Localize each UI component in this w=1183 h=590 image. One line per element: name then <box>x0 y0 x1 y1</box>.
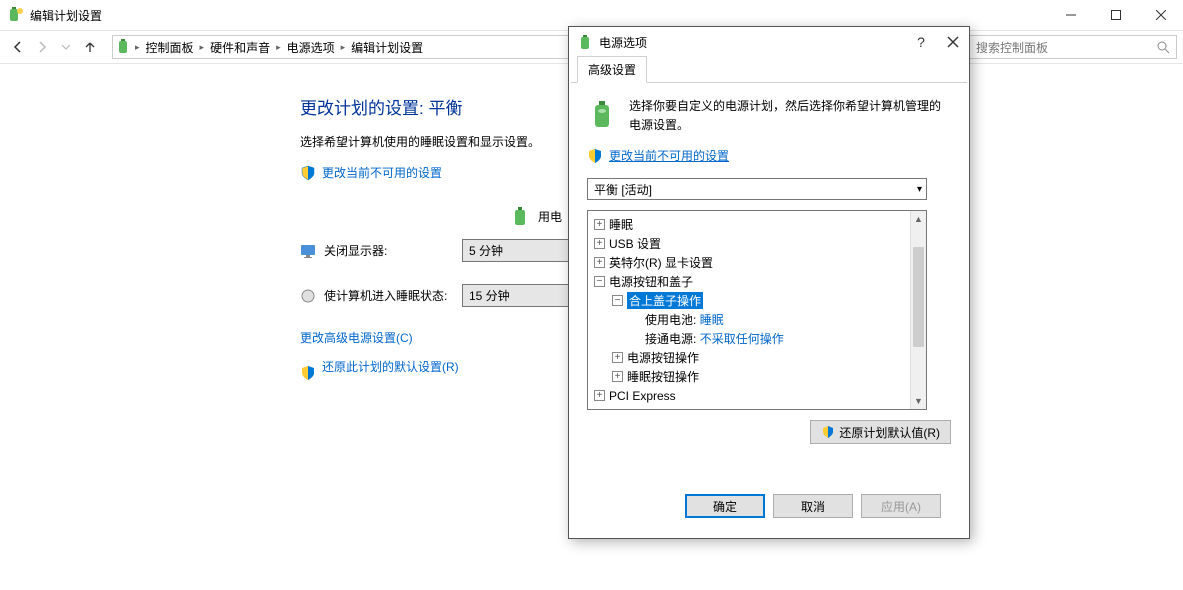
shield-icon <box>821 425 835 439</box>
tree-item-intel-graphics[interactable]: +英特尔(R) 显卡设置 <box>590 253 924 272</box>
restore-plan-defaults-link[interactable]: 还原此计划的默认设置(R) <box>322 358 459 375</box>
apply-button[interactable]: 应用(A) <box>861 494 941 518</box>
tree-item-pci-express[interactable]: +PCI Express <box>590 386 924 405</box>
search-placeholder: 搜索控制面板 <box>976 39 1048 56</box>
tree-item-on-battery[interactable]: 使用电池: 睡眠 <box>590 310 924 329</box>
power-icon <box>577 34 593 50</box>
window-close-button[interactable] <box>1138 0 1183 30</box>
change-unavailable-link[interactable]: 更改当前不可用的设置 <box>322 164 442 181</box>
scroll-down-button[interactable]: ▼ <box>911 393 926 409</box>
control-panel-icon <box>117 39 133 55</box>
moon-icon <box>300 288 316 304</box>
crumb-hardware-sound[interactable]: 硬件和声音 <box>206 39 274 56</box>
chevron-down-icon: ▾ <box>917 184 922 195</box>
shield-icon <box>587 148 603 164</box>
restore-plan-defaults-button[interactable]: 还原计划默认值(R) <box>810 420 951 444</box>
tree-item-plugged-in[interactable]: 接通电源: 不采取任何操作 <box>590 329 924 348</box>
ok-button[interactable]: 确定 <box>685 494 765 518</box>
app-icon <box>8 7 24 23</box>
tree-item-power-buttons-lid[interactable]: −电源按钮和盖子 <box>590 272 924 291</box>
dialog-help-button[interactable]: ? <box>909 34 933 50</box>
plan-selected-value: 平衡 [活动] <box>594 181 652 198</box>
tree-item-sleep-button-action[interactable]: +睡眠按钮操作 <box>590 367 924 386</box>
dialog-intro-text: 选择你要自定义的电源计划，然后选择你希望计算机管理的电源设置。 <box>629 97 951 135</box>
power-options-dialog: 电源选项 ? 高级设置 选择你要自定义的电源计划，然后选择你希望计算机管理的电源… <box>568 26 970 539</box>
col-battery-label: 用电 <box>538 208 562 225</box>
scroll-thumb[interactable] <box>913 247 924 347</box>
tree-item-power-button-action[interactable]: +电源按钮操作 <box>590 348 924 367</box>
tab-advanced-settings[interactable]: 高级设置 <box>577 56 647 83</box>
search-icon <box>1157 41 1170 54</box>
settings-tree[interactable]: +睡眠 +USB 设置 +英特尔(R) 显卡设置 −电源按钮和盖子 −合上盖子操… <box>587 210 927 410</box>
nav-up-button[interactable] <box>80 37 100 57</box>
tree-item-usb[interactable]: +USB 设置 <box>590 234 924 253</box>
nav-back-button[interactable] <box>8 37 28 57</box>
window-title: 编辑计划设置 <box>30 7 102 24</box>
tree-item-sleep[interactable]: +睡眠 <box>590 215 924 234</box>
crumb-edit-plan[interactable]: 编辑计划设置 <box>347 39 427 56</box>
tree-scrollbar[interactable]: ▲ ▼ <box>910 211 926 409</box>
chevron-right-icon[interactable]: ▸ <box>135 42 140 53</box>
shield-icon <box>300 165 316 181</box>
row-sleep-label: 使计算机进入睡眠状态: <box>324 287 462 304</box>
shield-icon <box>300 365 316 381</box>
chevron-right-icon[interactable]: ▸ <box>341 42 346 53</box>
nav-forward-button[interactable] <box>32 37 52 57</box>
scroll-up-button[interactable]: ▲ <box>911 211 926 227</box>
crumb-power-options[interactable]: 电源选项 <box>283 39 339 56</box>
chevron-right-icon[interactable]: ▸ <box>200 42 205 53</box>
dialog-unavailable-link[interactable]: 更改当前不可用的设置 <box>609 147 729 164</box>
nav-recent-button[interactable] <box>56 37 76 57</box>
window-maximize-button[interactable] <box>1093 0 1138 30</box>
chevron-right-icon[interactable]: ▸ <box>276 42 281 53</box>
tree-item-lid-close-action[interactable]: −合上盖子操作 <box>590 291 924 310</box>
monitor-icon <box>300 243 316 259</box>
search-input[interactable]: 搜索控制面板 <box>969 35 1177 59</box>
crumb-control-panel[interactable]: 控制面板 <box>142 39 198 56</box>
dialog-tabs: 高级设置 <box>569 57 969 83</box>
dialog-close-button[interactable] <box>941 30 965 54</box>
battery-large-icon <box>587 97 619 135</box>
cancel-button[interactable]: 取消 <box>773 494 853 518</box>
dialog-title: 电源选项 <box>599 34 647 51</box>
row-display-off-label: 关闭显示器: <box>324 242 462 259</box>
battery-icon <box>510 205 532 227</box>
dialog-titlebar[interactable]: 电源选项 ? <box>569 27 969 57</box>
plan-select[interactable]: 平衡 [活动] ▾ <box>587 178 927 200</box>
window-minimize-button[interactable] <box>1048 0 1093 30</box>
